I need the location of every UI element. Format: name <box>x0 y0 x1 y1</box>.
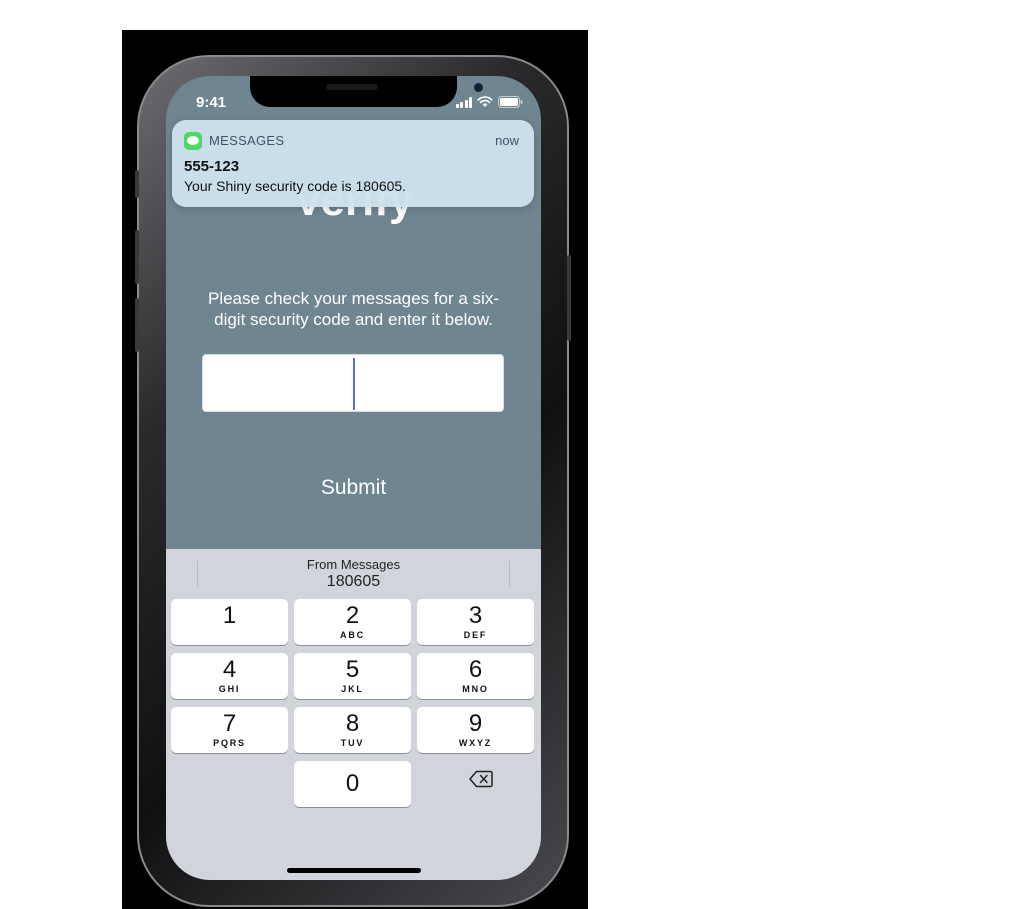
notification-body: Your Shiny security code is 180605. <box>184 178 407 194</box>
key-1[interactable]: 1 <box>171 599 288 645</box>
instructions-text: Please check your messages for a six-dig… <box>207 289 499 329</box>
home-indicator[interactable] <box>287 868 421 873</box>
battery-icon <box>498 96 523 108</box>
status-icons <box>455 96 524 108</box>
key-number: 8 <box>345 710 360 737</box>
notch <box>250 76 483 107</box>
key-5[interactable]: 5 JKL <box>294 653 411 699</box>
cellular-signal-icon <box>455 97 472 108</box>
key-number: 6 <box>468 656 483 683</box>
key-number: 3 <box>468 602 483 629</box>
key-8[interactable]: 8 TUV <box>294 707 411 753</box>
status-time: 9:41 <box>196 94 227 111</box>
side-button <box>567 255 571 341</box>
notification-app-name: MESSAGES <box>209 133 285 148</box>
key-7[interactable]: 7 PQRS <box>171 707 288 753</box>
key-letters: ABC <box>340 630 365 640</box>
key-4[interactable]: 4 GHI <box>171 653 288 699</box>
numeric-keyboard: From Messages 180605 1 2 ABC 3 DEF 4 GHI… <box>166 549 541 880</box>
front-camera <box>474 83 483 92</box>
key-number: 1 <box>222 602 237 629</box>
key-number: 2 <box>345 602 360 629</box>
key-0[interactable]: 0 <box>294 761 411 807</box>
phone-screen: 9:41 MESSAGES now 555-123 Your Shiny sec… <box>166 76 541 880</box>
key-letters: DEF <box>463 630 488 640</box>
suggestion-source: From Messages <box>306 557 401 572</box>
text-caret <box>353 358 355 410</box>
message-notification-banner[interactable]: MESSAGES now 555-123 Your Shiny security… <box>172 120 534 207</box>
key-number: 5 <box>345 656 360 683</box>
notification-time: now <box>495 133 519 148</box>
security-code-input[interactable] <box>202 354 504 412</box>
key-number: 4 <box>222 656 237 683</box>
key-number: 0 <box>345 770 360 797</box>
submit-button[interactable]: Submit <box>166 476 541 500</box>
key-letters: PQRS <box>213 738 246 748</box>
key-2[interactable]: 2 ABC <box>294 599 411 645</box>
key-number: 9 <box>468 710 483 737</box>
earpiece-speaker <box>326 84 378 90</box>
key-letters: JKL <box>341 684 364 694</box>
silent-switch <box>135 170 139 198</box>
key-6[interactable]: 6 MNO <box>417 653 534 699</box>
suggestion-code: 180605 <box>326 573 381 590</box>
messages-app-icon <box>184 132 202 150</box>
key-letters: TUV <box>340 738 365 748</box>
key-letters: GHI <box>218 684 241 694</box>
key-9[interactable]: 9 WXYZ <box>417 707 534 753</box>
key-number: 7 <box>222 710 237 737</box>
wifi-icon <box>477 96 493 107</box>
key-letters: WXYZ <box>458 738 493 748</box>
key-3[interactable]: 3 DEF <box>417 599 534 645</box>
volume-down-button <box>135 298 139 352</box>
delete-backspace-icon <box>469 770 493 788</box>
delete-key[interactable] <box>414 757 531 803</box>
volume-up-button <box>135 230 139 284</box>
notification-sender: 555-123 <box>184 158 240 175</box>
key-letters: MNO <box>462 684 489 694</box>
